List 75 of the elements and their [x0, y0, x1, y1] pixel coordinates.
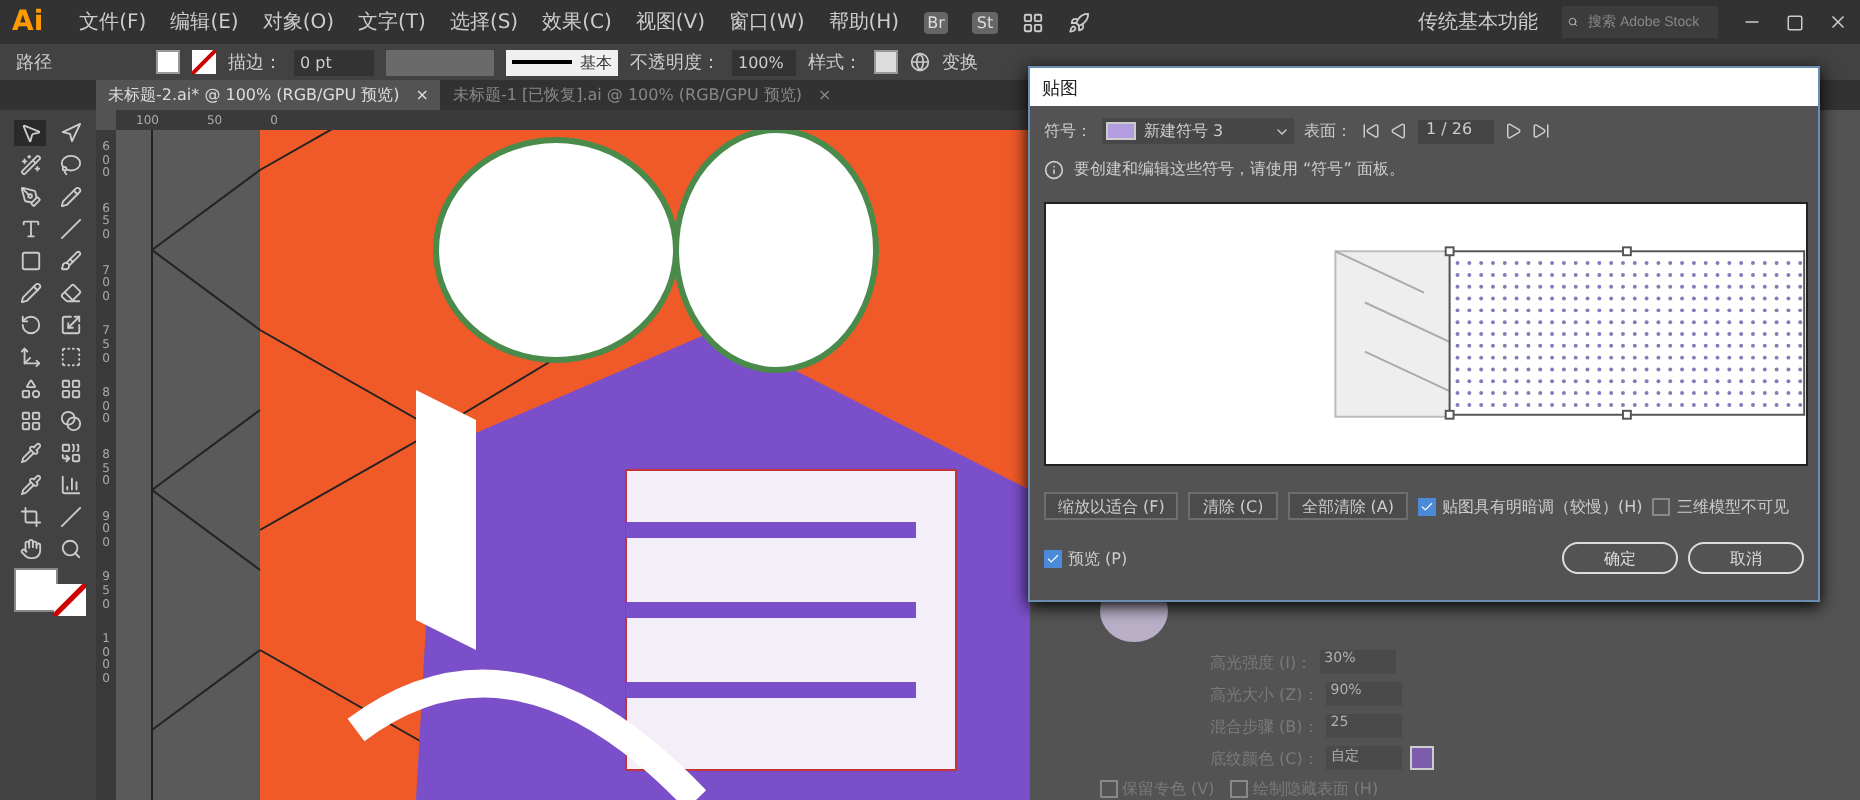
option-checkbox[interactable]: 贴图具有明暗调（较慢）(H) [1418, 495, 1643, 517]
menu-item[interactable]: 选择(S) [449, 8, 519, 36]
checkmark-icon [1420, 499, 1435, 513]
previous-surface-icon[interactable] [1390, 122, 1408, 140]
option-checkbox[interactable]: 三维模型不可见 [1652, 495, 1789, 517]
text-icon[interactable] [19, 218, 41, 240]
cancel-button[interactable]: 取消 [1688, 542, 1804, 574]
fill-color-swatch[interactable] [14, 568, 58, 612]
menu-item[interactable]: 视图(V) [635, 8, 706, 36]
scale-icon[interactable] [59, 314, 81, 336]
symbol-label: 符号： [1044, 120, 1092, 142]
pen-icon[interactable] [19, 186, 41, 208]
bar-chart-icon[interactable] [59, 474, 81, 496]
hand-icon[interactable] [19, 538, 41, 560]
surface-label: 表面： [1304, 120, 1352, 142]
ok-button[interactable]: 确定 [1562, 542, 1678, 574]
selection-label: 路径 [16, 51, 52, 75]
shade-color-swatch[interactable] [1410, 746, 1435, 770]
stroke-weight-field[interactable]: 0 pt [294, 49, 374, 75]
maximize-icon[interactable] [1786, 13, 1804, 31]
dialog-button[interactable]: 全部清除 (A) [1287, 492, 1409, 520]
brush-dropdown[interactable]: 基本 [506, 49, 618, 75]
arrow-pointer-icon[interactable] [19, 122, 41, 144]
dialog-button[interactable]: 缩放以适合 (F) [1044, 492, 1179, 520]
line-icon[interactable] [59, 218, 81, 240]
dialog-button[interactable]: 清除 (C) [1188, 492, 1278, 520]
stroke-color-swatch[interactable] [54, 584, 86, 616]
zoom-icon[interactable] [59, 538, 81, 560]
menu-item[interactable]: 文件(F) [79, 8, 147, 36]
symbol-dropdown[interactable]: 新建符号 3 [1102, 118, 1294, 144]
variable-width-field[interactable] [386, 49, 494, 75]
bridge-button[interactable]: Br [923, 11, 949, 33]
next-surface-icon[interactable] [1504, 122, 1522, 140]
first-surface-icon[interactable] [1362, 122, 1380, 140]
menu-item[interactable]: 窗口(W) [729, 8, 805, 36]
menu-item[interactable]: 文字(T) [358, 8, 426, 36]
style-label: 样式： [808, 51, 862, 75]
rotate-icon[interactable] [19, 314, 41, 336]
dialog-title: 贴图 [1030, 68, 1818, 106]
rectangle-icon[interactable] [19, 250, 41, 272]
search-icon[interactable] [1568, 14, 1578, 30]
magic-wand-icon[interactable] [19, 154, 41, 176]
info-text: 要创建和编辑这些符号，请使用 “符号” 面板。 [1074, 158, 1405, 180]
stroke-none-icon[interactable] [192, 50, 216, 74]
menu-item[interactable]: 编辑(E) [170, 8, 239, 36]
stock-button[interactable]: St [972, 11, 998, 33]
pencil-icon[interactable] [19, 282, 41, 304]
close-icon[interactable] [1828, 12, 1848, 32]
tab-close-button[interactable]: × [818, 86, 832, 104]
rocket-icon[interactable] [1067, 11, 1090, 33]
menu-item[interactable]: 帮助(H) [828, 8, 900, 36]
last-surface-icon[interactable] [1532, 122, 1550, 140]
tab-close-button[interactable]: × [415, 86, 429, 104]
preview-checkbox[interactable]: 预览 (P) [1044, 547, 1128, 569]
document-tab[interactable]: 未标题-2.ai* @ 100% (RGB/GPU 预览) × [96, 80, 441, 110]
lasso-icon[interactable] [59, 154, 81, 176]
eraser-icon[interactable] [59, 282, 81, 304]
style-swatch[interactable] [874, 50, 898, 74]
workspace-switcher[interactable]: 传统基本功能 [1418, 8, 1538, 36]
brush-icon[interactable] [59, 250, 81, 272]
solid-pointer-icon[interactable] [59, 122, 81, 144]
menu-item[interactable]: 对象(O) [262, 8, 335, 36]
opacity-field[interactable]: 100% [732, 49, 796, 75]
menu-item[interactable]: 效果(C) [542, 8, 612, 36]
surface-field[interactable]: 1 / 26 [1418, 119, 1494, 143]
checkmark-icon [1046, 551, 1060, 565]
transform-link[interactable]: 变换 [942, 49, 978, 75]
opacity-label[interactable]: 不透明度： [630, 49, 720, 75]
globe-icon[interactable] [910, 52, 930, 72]
layout-icon[interactable] [1021, 11, 1044, 33]
app-logo: Ai [12, 6, 44, 38]
info-icon [1044, 159, 1064, 179]
eyedropper-icon[interactable] [19, 442, 41, 464]
stroke-label[interactable]: 描边： [228, 49, 282, 75]
fill-swatch[interactable] [156, 50, 180, 74]
